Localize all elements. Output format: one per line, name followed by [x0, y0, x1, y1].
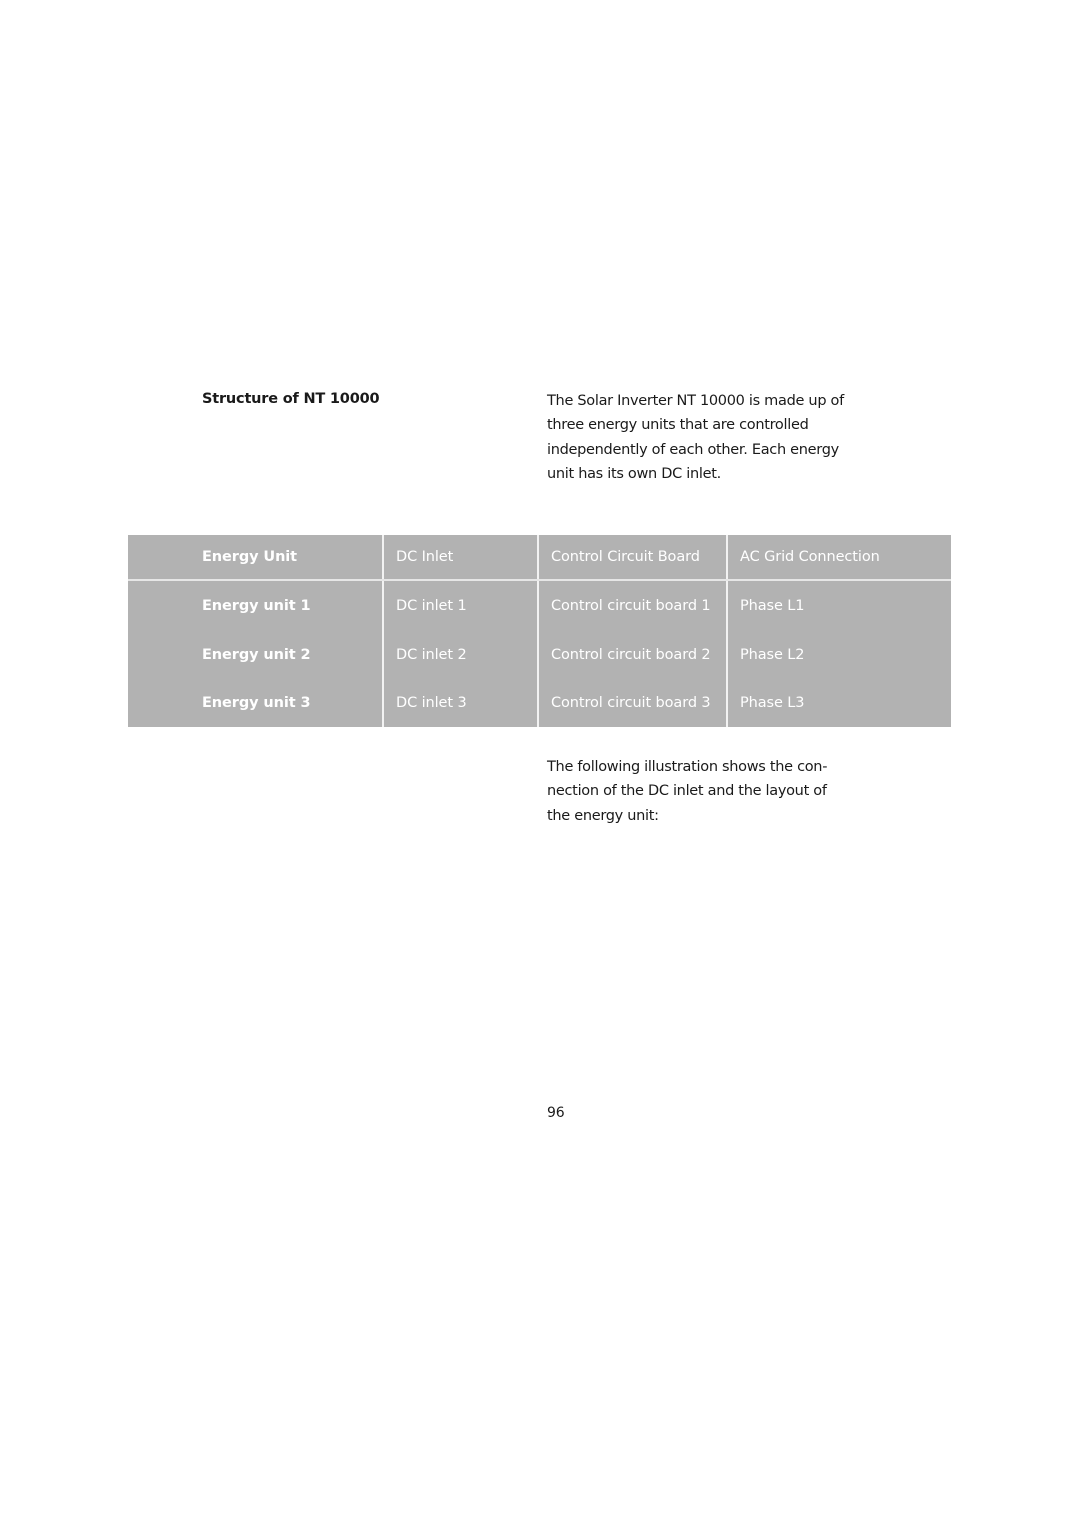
- intro-paragraph: The Solar Inverter NT 10000 is made up o…: [547, 389, 867, 486]
- section-title: Structure of NT 10000: [202, 391, 380, 407]
- cell-energy-unit: Energy unit 3: [202, 695, 311, 711]
- table-row: Energy unit 1 DC inlet 1 Control circuit…: [128, 580, 951, 631]
- header-energy-unit: Energy Unit: [128, 535, 383, 581]
- cell-control-circuit-board: Control circuit board 1: [537, 580, 727, 631]
- table-row: Energy unit 2 DC inlet 2 Control circuit…: [128, 631, 951, 679]
- intro-line: The Solar Inverter NT 10000 is made up o…: [547, 393, 844, 409]
- energy-units-table: Energy Unit DC Inlet Control Circuit Boa…: [128, 535, 951, 727]
- intro-line: unit has its own DC inlet.: [547, 465, 721, 482]
- cell-ac-grid-connection: Phase L1: [726, 580, 951, 631]
- cell-dc-inlet: DC inlet 2: [382, 631, 538, 679]
- follow-line: The following illustration shows the con…: [547, 759, 828, 775]
- page-number: 96: [547, 1105, 565, 1121]
- cell-ac-grid-connection: Phase L3: [726, 679, 951, 727]
- cell-dc-inlet: DC inlet 3: [382, 679, 538, 727]
- follow-line: nection of the DC inlet and the layout o…: [547, 783, 827, 800]
- header-ac-grid-connection: AC Grid Connection: [726, 535, 951, 581]
- cell-energy-unit: Energy unit 1: [202, 598, 311, 614]
- intro-line: three energy units that are controlled: [547, 417, 809, 434]
- header-control-circuit-board: Control Circuit Board: [537, 535, 727, 581]
- cell-ac-grid-connection: Phase L2: [726, 631, 951, 679]
- intro-line: independently of each other. Each energy: [547, 441, 839, 458]
- table-header-row: Energy Unit DC Inlet Control Circuit Boa…: [128, 535, 951, 581]
- cell-dc-inlet: DC inlet 1: [382, 580, 538, 631]
- header-dc-inlet: DC Inlet: [382, 535, 538, 581]
- cell-control-circuit-board: Control circuit board 2: [537, 631, 727, 679]
- table-row: Energy unit 3 DC inlet 3 Control circuit…: [128, 679, 951, 727]
- follow-line: the energy unit:: [547, 807, 659, 824]
- illustration-intro-paragraph: The following illustration shows the con…: [547, 755, 867, 828]
- cell-energy-unit: Energy unit 2: [202, 647, 311, 663]
- cell-control-circuit-board: Control circuit board 3: [537, 679, 727, 727]
